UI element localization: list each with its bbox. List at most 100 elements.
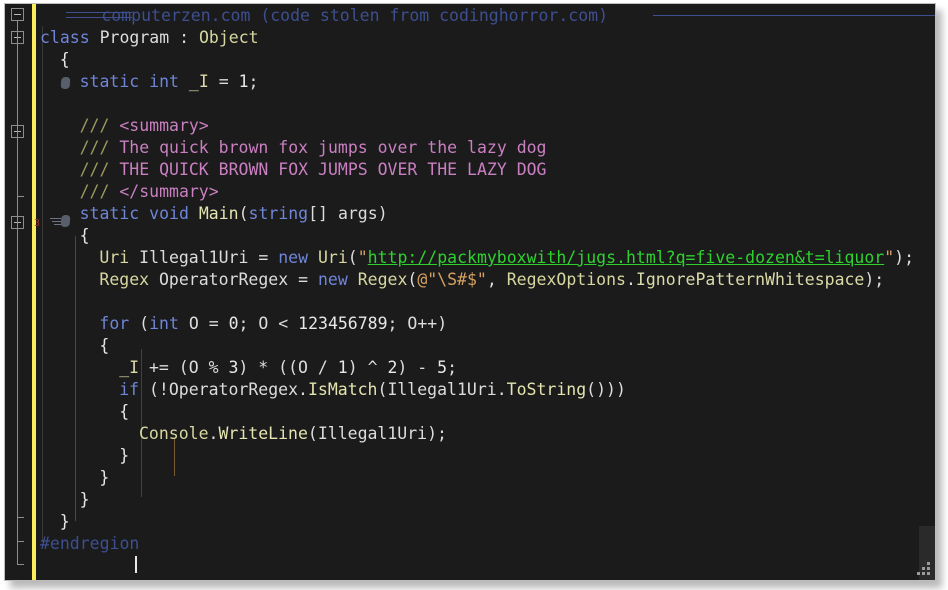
member-glyph-method-lines: [50, 218, 61, 226]
code-token-type: RegexOptions: [507, 270, 626, 289]
indent-guide-level0: [42, 26, 43, 542]
code-line[interactable]: }: [99, 467, 109, 489]
code-token-ident: args: [338, 204, 378, 223]
code-token-punct: ;: [239, 314, 259, 333]
code-line[interactable]: }: [119, 445, 129, 467]
resize-grip-icon[interactable]: [916, 561, 933, 578]
code-line[interactable]: /// THE QUICK BROWN FOX JUMPS OVER THE L…: [80, 159, 547, 181]
code-token-punct: (: [407, 270, 417, 289]
code-line[interactable]: for (int O = 0; O < 123456789; O++): [99, 313, 447, 335]
code-token-url[interactable]: http://packmyboxwith/jugs.html?q=five-do…: [368, 248, 885, 267]
outlining-toggle-region[interactable]: [11, 8, 24, 21]
code-token-kw: new: [278, 248, 308, 267]
code-token-kw: int: [149, 314, 179, 333]
member-glyph-method: [61, 215, 71, 227]
code-token-type: Object: [199, 28, 259, 47]
indent-guide-level1: [75, 236, 76, 521]
code-token-punct: );: [864, 270, 884, 289]
code-token-ident: O: [189, 314, 199, 333]
code-token-punct: );: [894, 248, 914, 267]
code-line[interactable]: Console.WriteLine(Illegal1Uri);: [139, 423, 447, 445]
code-token-type: Uri: [318, 248, 348, 267]
code-token-white: [129, 248, 139, 267]
code-token-punct: =: [288, 270, 318, 289]
code-token-punct: .: [497, 380, 507, 399]
outlining-endtick-method: [17, 517, 24, 518]
code-token-ident: O: [258, 314, 268, 333]
code-token-num: 1: [338, 358, 348, 377]
code-token-punct: .: [626, 270, 636, 289]
code-line[interactable]: _I += (O % 3) * ((O / 1) ^ 2) - 5;: [119, 357, 457, 379]
code-token-cmtslash: ///: [80, 182, 110, 201]
code-line[interactable]: if (!OperatorRegex.IsMatch(Illegal1Uri.T…: [119, 379, 626, 401]
code-token-brace: {: [60, 50, 70, 69]
code-token-punct: ): [378, 204, 388, 223]
code-token-type: Regex: [358, 270, 408, 289]
code-line[interactable]: {: [60, 49, 70, 71]
code-line[interactable]: {: [80, 225, 90, 247]
code-token-white: [179, 72, 189, 91]
code-token-punct: ;: [447, 358, 457, 377]
code-line[interactable]: /// </summary>: [80, 181, 219, 203]
code-line[interactable]: computerzen.com (code stolen from coding…: [101, 5, 608, 27]
code-surface[interactable]: 3 computerzen.com (code stolen from codi…: [38, 4, 935, 580]
code-token-punct: ;: [388, 314, 408, 333]
code-line[interactable]: }: [60, 511, 70, 533]
code-token-brace: {: [80, 226, 90, 245]
text-caret: [135, 556, 137, 573]
code-token-ident: O: [407, 314, 417, 333]
code-token-kw: if: [119, 380, 139, 399]
member-glyph-field: [61, 77, 71, 89]
code-token-brace: }: [80, 490, 90, 509]
code-token-cmttext: </summary>: [109, 182, 218, 201]
code-token-cmttext: The quick brown fox jumps over the lazy …: [109, 138, 546, 157]
reference-count-main[interactable]: 3: [34, 218, 40, 229]
code-token-ident: Program: [100, 28, 170, 47]
code-token-brace: {: [99, 336, 109, 355]
code-line[interactable]: /// <summary>: [80, 115, 209, 137]
code-line[interactable]: }: [80, 489, 90, 511]
change-bar: [32, 4, 36, 580]
code-token-str: ": [884, 248, 894, 267]
code-token-punct: (: [348, 248, 358, 267]
code-token-brace: }: [60, 512, 70, 531]
code-token-punct: += (: [139, 358, 189, 377]
code-token-num: 2: [387, 358, 397, 377]
code-line[interactable]: #endregion: [40, 533, 139, 555]
outlining-margin[interactable]: [5, 4, 31, 580]
code-token-brace: }: [119, 446, 129, 465]
code-line[interactable]: class Program : Object: [40, 27, 259, 49]
code-token-brace: }: [99, 468, 109, 487]
code-token-cmttext: THE QUICK BROWN FOX JUMPS OVER THE LAZY …: [109, 160, 546, 179]
code-token-method: Main: [199, 204, 239, 223]
code-line[interactable]: Regex OperatorRegex = new Regex(@"\S#$",…: [99, 269, 884, 291]
code-token-punct: ) -: [397, 358, 437, 377]
code-token-punct: .: [298, 380, 308, 399]
code-token-num: 1: [239, 72, 249, 91]
code-line[interactable]: Uri Illegal1Uri = new Uri("http://packmy…: [99, 247, 914, 269]
outlining-endtick-class: [17, 541, 24, 542]
code-line[interactable]: /// The quick brown fox jumps over the l…: [80, 137, 547, 159]
code-token-method: IsMatch: [308, 380, 378, 399]
code-line[interactable]: {: [99, 335, 109, 357]
code-editor-window[interactable]: 3 computerzen.com (code stolen from codi…: [4, 3, 936, 581]
code-token-type: Console: [139, 424, 209, 443]
code-token-white: [308, 248, 318, 267]
code-line[interactable]: {: [119, 401, 129, 423]
code-line[interactable]: static int _I = 1;: [80, 71, 259, 93]
code-token-kw: new: [318, 270, 348, 289]
code-token-region: #endregion: [40, 534, 139, 553]
outlining-endtick-region: [17, 564, 24, 565]
code-token-white: [90, 28, 100, 47]
code-token-ident: Illegal1Uri: [139, 248, 248, 267]
code-token-punct: :: [169, 28, 199, 47]
region-rule-right: [653, 15, 936, 16]
code-token-kw: class: [40, 28, 90, 47]
code-token-punct: ) * ((: [238, 358, 298, 377]
code-token-ident: Illegal1Uri: [387, 380, 496, 399]
code-line[interactable]: static void Main(string[] args): [80, 203, 388, 225]
code-token-type: Uri: [99, 248, 129, 267]
code-token-field: _I: [119, 358, 139, 377]
code-token-region: computerzen.com (code stolen from coding…: [101, 6, 608, 25]
code-token-punct: ;: [249, 72, 259, 91]
